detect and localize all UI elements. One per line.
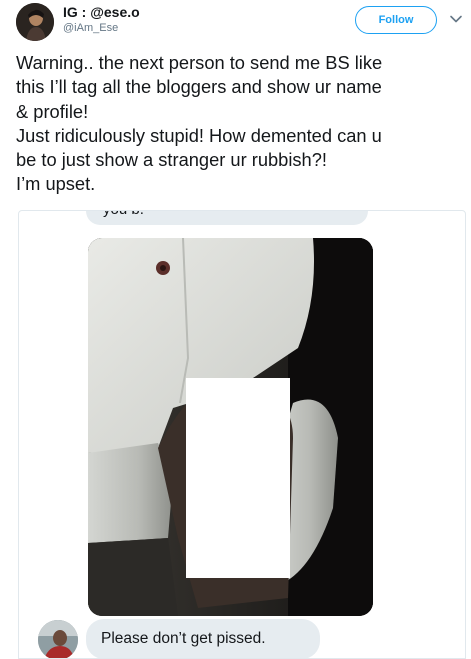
sender-avatar[interactable] [38, 620, 78, 658]
tweet-line: Just ridiculously stupid! How demented c… [16, 124, 382, 146]
tweet-line: this I’ll tag all the bloggers and show … [16, 76, 382, 98]
message-text-bottom: Please don’t get pissed. [101, 630, 266, 647]
message-text-top: you b. [103, 211, 144, 218]
tweet-line: Warning.. the next person to send me BS … [16, 52, 383, 73]
tweet-line: I’m upset. [16, 173, 96, 195]
message-bubble-top: you b. [86, 211, 368, 225]
shared-photo[interactable] [88, 238, 373, 616]
tweet-line: & profile! [16, 100, 89, 122]
user-handle[interactable]: @iAm_Ese [63, 22, 118, 34]
tweet-media-screenshot[interactable]: you b. [18, 210, 466, 659]
follow-button[interactable]: Follow [355, 6, 437, 34]
censor-block [186, 378, 290, 578]
chevron-down-icon[interactable] [449, 12, 463, 26]
display-name[interactable]: IG : @ese.o [63, 4, 140, 20]
tweet-text: Warning.. the next person to send me BS … [16, 51, 464, 197]
tweet-header: IG : @ese.o @iAm_Ese Follow [0, 0, 471, 48]
profile-avatar[interactable] [16, 3, 54, 41]
message-bubble-bottom: Please don’t get pissed. [86, 619, 320, 658]
tweet-line: be to just show a stranger ur rubbish?! [16, 149, 327, 171]
